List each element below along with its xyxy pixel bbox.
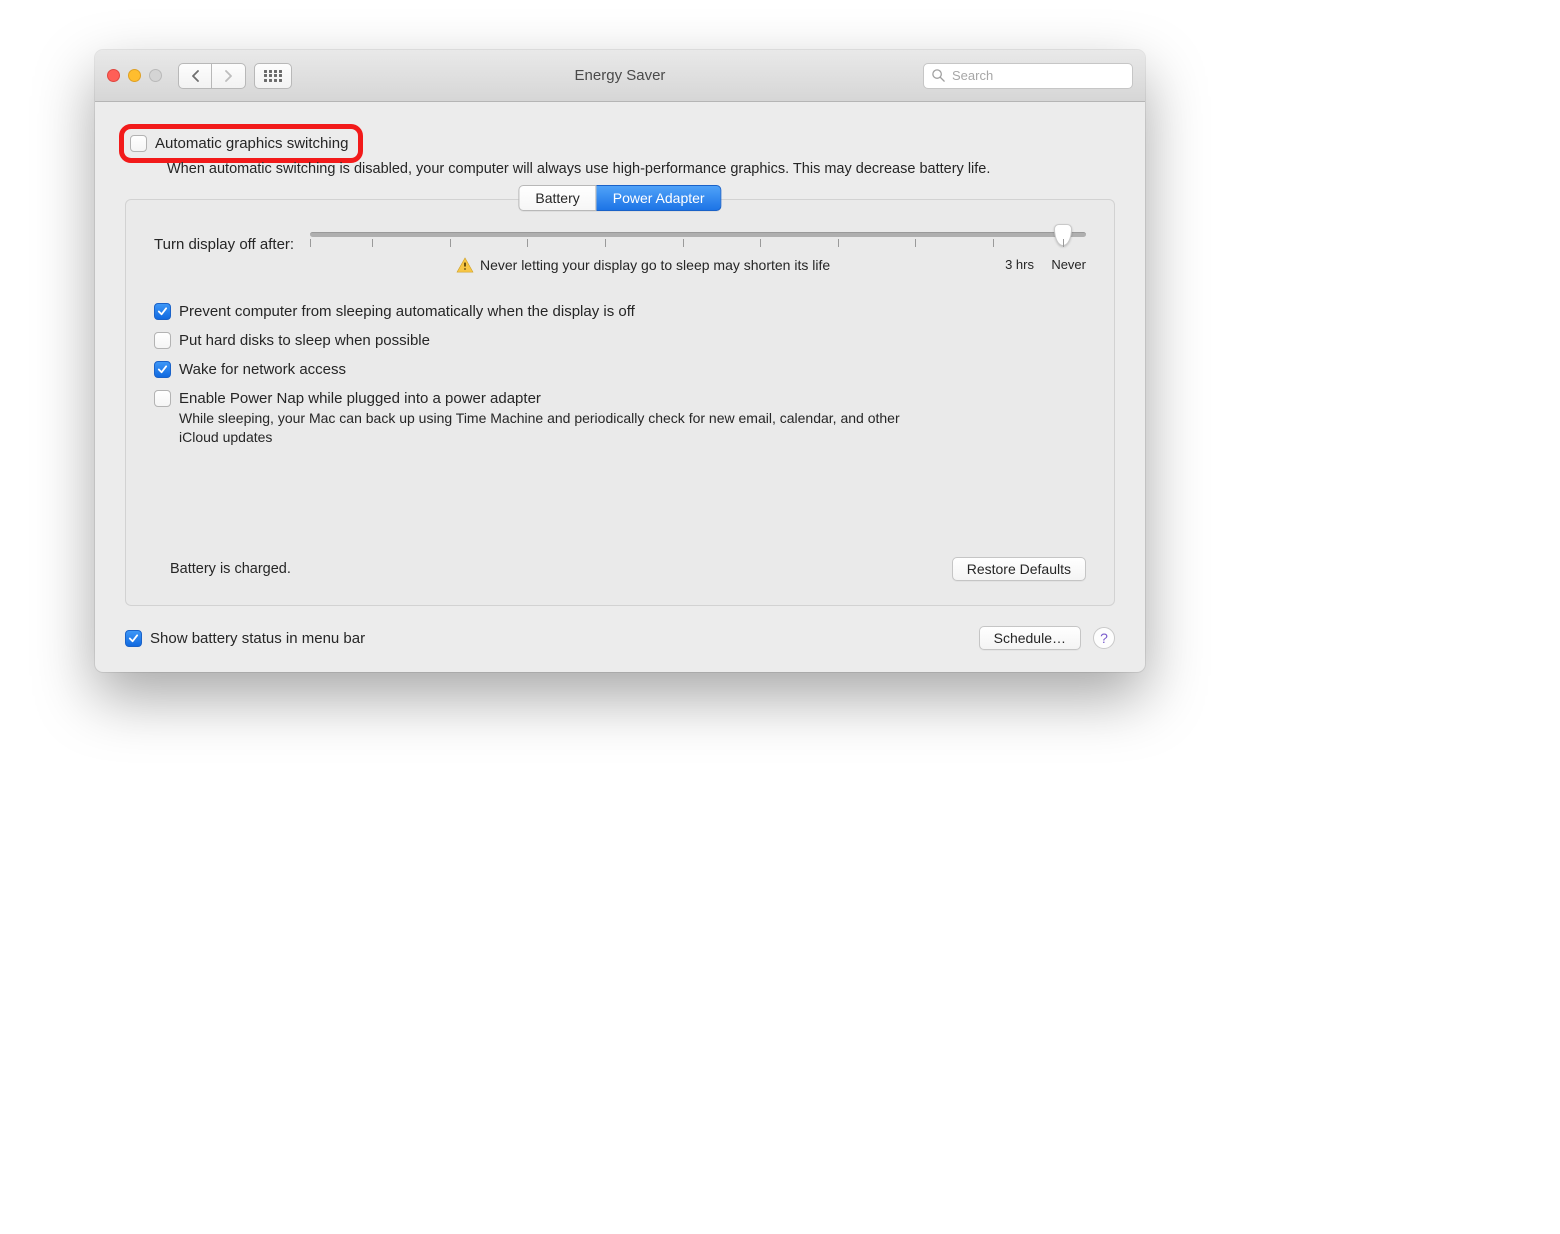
check-icon [128,633,139,644]
zoom-window-button [149,69,162,82]
auto-graphics-description: When automatic switching is disabled, yo… [167,159,1115,179]
auto-graphics-label: Automatic graphics switching [155,135,348,152]
menubar-label: Show battery status in menu bar [150,630,365,647]
search-icon [931,68,946,83]
slider-ticks [310,239,1086,249]
tab-battery[interactable]: Battery [518,185,596,211]
display-off-slider[interactable]: Never letting your display go to sleep m… [310,232,1086,273]
content: Automatic graphics switching When automa… [95,102,1145,672]
slider-label-never: Never [1051,257,1086,272]
panel-footer: Battery is charged. Restore Defaults [154,557,1086,581]
forward-button[interactable] [212,63,246,89]
slider-warning-row: Never letting your display go to sleep m… [310,257,1086,273]
search-input[interactable] [923,63,1133,89]
settings-panel: Battery Power Adapter Turn display off a… [125,199,1115,606]
back-button[interactable] [178,63,212,89]
warning-icon [456,257,474,273]
hdd-sleep-label: Put hard disks to sleep when possible [179,332,430,349]
slider-track [310,232,1086,237]
display-off-label: Turn display off after: [154,232,294,253]
tab-segmented-control: Battery Power Adapter [518,185,721,211]
wake-network-label: Wake for network access [179,361,346,378]
check-icon [157,364,168,375]
wake-network-checkbox[interactable] [154,361,171,378]
nav-buttons [178,63,246,89]
chevron-right-icon [224,70,233,82]
power-nap-label: Enable Power Nap while plugged into a po… [179,390,939,407]
prevent-sleep-checkbox[interactable] [154,303,171,320]
hdd-sleep-checkbox[interactable] [154,332,171,349]
auto-graphics-checkbox[interactable] [130,135,147,152]
slider-label-3hrs: 3 hrs [1005,257,1034,272]
annotation-highlight: Automatic graphics switching [119,124,363,163]
help-button[interactable]: ? [1093,627,1115,649]
power-nap-description: While sleeping, your Mac can back up usi… [179,409,939,447]
grid-icon [264,70,282,82]
traffic-lights [107,69,162,82]
menubar-checkbox[interactable] [125,630,142,647]
slider-warning-text: Never letting your display go to sleep m… [480,257,830,273]
power-nap-checkbox[interactable] [154,390,171,407]
bottom-row: Show battery status in menu bar Schedule… [125,626,1115,650]
restore-defaults-button[interactable]: Restore Defaults [952,557,1086,581]
chevron-left-icon [191,70,200,82]
toolbar: Energy Saver [95,50,1145,102]
display-off-row: Turn display off after: [154,232,1086,273]
close-window-button[interactable] [107,69,120,82]
search-wrap [923,63,1133,89]
show-all-button[interactable] [254,63,292,89]
check-icon [157,306,168,317]
schedule-button[interactable]: Schedule… [979,626,1081,650]
battery-status: Battery is charged. [170,561,291,577]
preferences-window: Energy Saver Automatic graphics switchin… [95,50,1145,672]
prevent-sleep-label: Prevent computer from sleeping automatic… [179,303,635,320]
tab-power-adapter[interactable]: Power Adapter [597,185,722,211]
minimize-window-button[interactable] [128,69,141,82]
